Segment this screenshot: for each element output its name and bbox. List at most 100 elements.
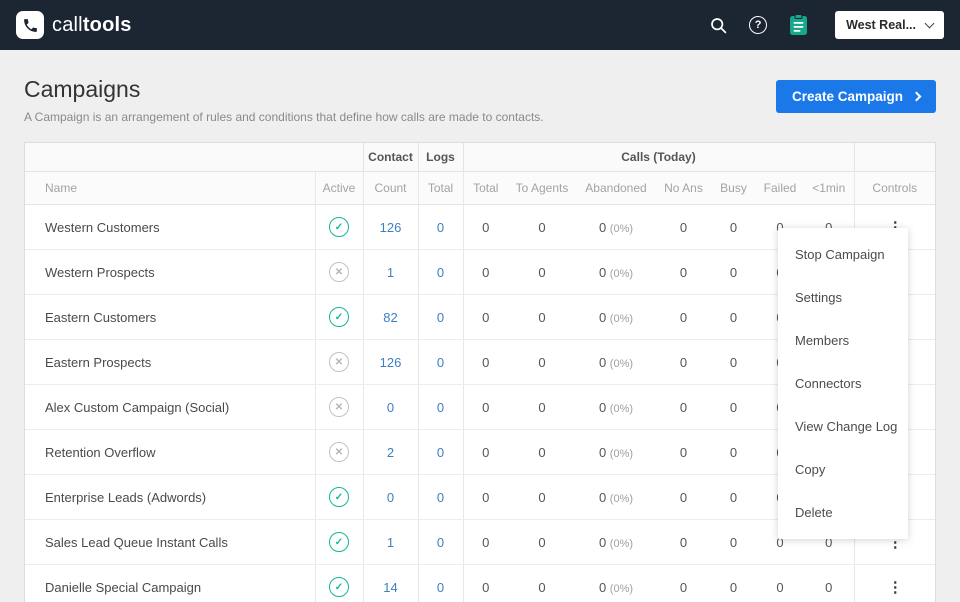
help-icon[interactable]: ? bbox=[747, 14, 769, 36]
calls-failed: 0 bbox=[756, 565, 804, 602]
col-header-logs-total[interactable]: Total bbox=[418, 172, 463, 205]
calls-busy: 0 bbox=[711, 430, 756, 475]
col-header-total[interactable]: Total bbox=[463, 172, 508, 205]
logs-total-link[interactable]: 0 bbox=[437, 355, 444, 370]
abandoned-percent: (0%) bbox=[610, 448, 633, 460]
context-menu-item[interactable]: Connectors bbox=[778, 362, 908, 405]
active-check-icon[interactable]: ✓ bbox=[329, 577, 349, 597]
row-controls-kebab-icon[interactable]: ⋮ bbox=[888, 579, 902, 596]
inactive-x-icon[interactable]: ✕ bbox=[329, 262, 349, 282]
active-check-icon[interactable]: ✓ bbox=[329, 532, 349, 552]
calls-abandoned: 0 (0%) bbox=[576, 250, 656, 295]
campaign-name: Eastern Prospects bbox=[25, 340, 315, 385]
top-navbar: calltools ? West Real... bbox=[0, 0, 960, 50]
calls-abandoned: 0 (0%) bbox=[576, 385, 656, 430]
logs-total-cell: 0 bbox=[418, 295, 463, 340]
group-header-spacer bbox=[25, 143, 363, 172]
inactive-x-icon[interactable]: ✕ bbox=[329, 352, 349, 372]
col-header-to-agents[interactable]: To Agents bbox=[508, 172, 576, 205]
contact-count-link[interactable]: 1 bbox=[387, 535, 394, 550]
calls-abandoned: 0 (0%) bbox=[576, 205, 656, 250]
calls-no-ans: 0 bbox=[656, 565, 711, 602]
calls-to-agents: 0 bbox=[508, 385, 576, 430]
col-header-active[interactable]: Active bbox=[315, 172, 363, 205]
calls-abandoned: 0 (0%) bbox=[576, 340, 656, 385]
context-menu-item[interactable]: Members bbox=[778, 319, 908, 362]
calls-abandoned: 0 (0%) bbox=[576, 295, 656, 340]
contact-count-link[interactable]: 0 bbox=[387, 400, 394, 415]
logs-total-cell: 0 bbox=[418, 250, 463, 295]
col-header-failed[interactable]: Failed bbox=[756, 172, 804, 205]
inactive-x-icon[interactable]: ✕ bbox=[329, 397, 349, 417]
col-header-busy[interactable]: Busy bbox=[711, 172, 756, 205]
contact-count-link[interactable]: 1 bbox=[387, 265, 394, 280]
contact-count-cell: 2 bbox=[363, 430, 418, 475]
active-cell: ✓ bbox=[315, 565, 363, 602]
page-header: Campaigns A Campaign is an arrangement o… bbox=[24, 76, 544, 124]
calls-busy: 0 bbox=[711, 565, 756, 602]
col-header-count[interactable]: Count bbox=[363, 172, 418, 205]
active-check-icon[interactable]: ✓ bbox=[329, 217, 349, 237]
group-header-calls-today: Calls (Today) bbox=[463, 143, 854, 172]
active-check-icon[interactable]: ✓ bbox=[329, 487, 349, 507]
group-header-logs: Logs bbox=[418, 143, 463, 172]
calls-to-agents: 0 bbox=[508, 565, 576, 602]
calls-to-agents: 0 bbox=[508, 520, 576, 565]
context-menu-item[interactable]: Copy bbox=[778, 448, 908, 491]
col-header-controls: Controls bbox=[854, 172, 935, 205]
calls-total: 0 bbox=[463, 475, 508, 520]
search-icon[interactable] bbox=[707, 14, 729, 36]
page-subtitle: A Campaign is an arrangement of rules an… bbox=[24, 110, 544, 124]
active-cell: ✓ bbox=[315, 205, 363, 250]
contact-count-link[interactable]: 82 bbox=[383, 310, 397, 325]
logs-total-cell: 0 bbox=[418, 385, 463, 430]
calls-to-agents: 0 bbox=[508, 430, 576, 475]
active-cell: ✕ bbox=[315, 340, 363, 385]
group-header-controls-spacer bbox=[854, 143, 935, 172]
campaign-name: Western Customers bbox=[25, 205, 315, 250]
active-check-icon[interactable]: ✓ bbox=[329, 307, 349, 327]
context-menu-item[interactable]: Delete bbox=[778, 491, 908, 534]
logs-total-link[interactable]: 0 bbox=[437, 535, 444, 550]
col-header-abandoned[interactable]: Abandoned bbox=[576, 172, 656, 205]
calls-no-ans: 0 bbox=[656, 205, 711, 250]
logs-total-link[interactable]: 0 bbox=[437, 445, 444, 460]
account-selector-label: West Real... bbox=[846, 18, 916, 32]
logs-total-link[interactable]: 0 bbox=[437, 580, 444, 595]
create-campaign-button[interactable]: Create Campaign bbox=[776, 80, 936, 113]
contact-count-cell: 82 bbox=[363, 295, 418, 340]
contact-count-link[interactable]: 14 bbox=[383, 580, 397, 595]
calls-no-ans: 0 bbox=[656, 340, 711, 385]
contact-count-link[interactable]: 126 bbox=[380, 220, 402, 235]
context-menu-item[interactable]: View Change Log bbox=[778, 405, 908, 448]
calls-total: 0 bbox=[463, 520, 508, 565]
col-header-no-ans[interactable]: No Ans bbox=[656, 172, 711, 205]
calltools-logo[interactable]: calltools bbox=[16, 11, 132, 39]
table-group-header-row: Contact Logs Calls (Today) bbox=[25, 143, 935, 172]
col-header-lt1min[interactable]: <1min bbox=[804, 172, 854, 205]
abandoned-percent: (0%) bbox=[610, 493, 633, 505]
contact-count-link[interactable]: 2 bbox=[387, 445, 394, 460]
logs-total-link[interactable]: 0 bbox=[437, 220, 444, 235]
calls-busy: 0 bbox=[711, 520, 756, 565]
inactive-x-icon[interactable]: ✕ bbox=[329, 442, 349, 462]
abandoned-percent: (0%) bbox=[610, 313, 633, 325]
logs-total-cell: 0 bbox=[418, 430, 463, 475]
logo-text: calltools bbox=[52, 14, 132, 37]
contact-count-link[interactable]: 0 bbox=[387, 490, 394, 505]
account-selector-dropdown[interactable]: West Real... bbox=[835, 11, 944, 39]
logs-total-link[interactable]: 0 bbox=[437, 310, 444, 325]
campaign-name: Enterprise Leads (Adwords) bbox=[25, 475, 315, 520]
context-menu-item[interactable]: Stop Campaign bbox=[778, 233, 908, 276]
calls-no-ans: 0 bbox=[656, 475, 711, 520]
col-header-name[interactable]: Name bbox=[25, 172, 315, 205]
logs-total-link[interactable]: 0 bbox=[437, 400, 444, 415]
logs-total-link[interactable]: 0 bbox=[437, 490, 444, 505]
logs-total-link[interactable]: 0 bbox=[437, 265, 444, 280]
abandoned-percent: (0%) bbox=[610, 403, 633, 415]
contact-count-link[interactable]: 126 bbox=[380, 355, 402, 370]
active-cell: ✕ bbox=[315, 385, 363, 430]
context-menu-item[interactable]: Settings bbox=[778, 276, 908, 319]
logs-total-cell: 0 bbox=[418, 340, 463, 385]
tasks-clipboard-icon[interactable] bbox=[787, 14, 809, 36]
